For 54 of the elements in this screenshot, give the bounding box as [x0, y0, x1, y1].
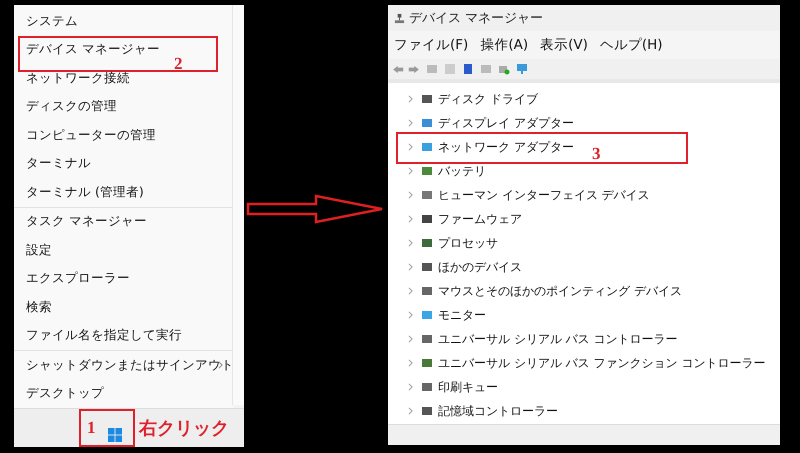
menu-item[interactable]: タスク マネージャー [14, 213, 147, 230]
back-forward-icon[interactable] [392, 64, 420, 74]
expand-chevron-icon[interactable] [408, 167, 413, 175]
menu-item[interactable]: 設定 [14, 242, 52, 259]
tree-item[interactable]: ネットワーク アダプター [438, 138, 574, 156]
expand-chevron-icon[interactable] [408, 191, 413, 199]
tree-item[interactable]: モニター [438, 306, 486, 324]
menu-item[interactable]: コンピューターの管理 [14, 126, 156, 144]
tree-item[interactable]: バッテリ [438, 162, 486, 180]
tree-item[interactable]: プロセッサ [438, 234, 498, 252]
step-number: 1 [87, 418, 96, 438]
menu-item[interactable]: ターミナル [14, 155, 91, 172]
menu-item[interactable]: ファイル名を指定して実行 [14, 327, 182, 344]
expand-chevron-icon[interactable] [408, 407, 413, 415]
computer-icon [394, 12, 405, 24]
tree-item[interactable]: ファームウェア [438, 210, 522, 228]
menu-bar-item[interactable]: 表示(V) [540, 36, 588, 54]
window-title: デバイス マネージャー [409, 10, 544, 27]
expand-chevron-icon[interactable] [408, 95, 413, 103]
step-number: 2 [174, 54, 182, 74]
menu-item[interactable]: デスクトップ [14, 385, 104, 402]
menu-item[interactable]: デバイス マネージャー [14, 41, 160, 58]
step-number: 3 [592, 144, 600, 164]
menu-item[interactable]: ディスクの管理 [14, 98, 117, 116]
expand-chevron-icon[interactable] [408, 119, 413, 127]
windows-start-icon[interactable] [108, 428, 122, 442]
menu-item[interactable]: ターミナル (管理者) [14, 184, 144, 201]
annotation-text: 右クリック [139, 417, 229, 440]
tree-item[interactable]: ほかのデバイス [438, 258, 522, 276]
expand-chevron-icon[interactable] [408, 335, 413, 343]
tree-item[interactable]: ユニバーサル シリアル バス ファンクション コントローラー [438, 354, 766, 372]
menu-item[interactable]: エクスプローラー [14, 270, 130, 288]
expand-chevron-icon[interactable] [408, 311, 413, 319]
menu-bar-item[interactable]: 操作(A) [480, 36, 528, 54]
expand-chevron-icon[interactable] [408, 383, 413, 391]
menu-bar-item[interactable]: ヘルプ(H) [600, 36, 663, 54]
expand-chevron-icon[interactable] [408, 287, 413, 295]
expand-chevron-icon[interactable] [408, 143, 413, 151]
menu-item[interactable]: ネットワーク接続 [14, 70, 130, 87]
menu-item[interactable]: システム [14, 12, 78, 30]
tree-item[interactable]: ディスプレイ アダプター [438, 114, 574, 132]
menu-bar-item[interactable]: ファイル(F) [394, 36, 468, 54]
tree-item[interactable]: ディスク ドライブ [438, 90, 538, 108]
tree-item[interactable]: 印刷キュー [438, 378, 498, 396]
tree-item[interactable]: ヒューマン インターフェイス デバイス [438, 186, 650, 204]
tree-item[interactable]: 記憶域コントローラー [438, 402, 558, 420]
menu-item[interactable]: シャットダウンまたはサインアウト [14, 356, 234, 374]
menu-item[interactable]: 検索 [14, 298, 52, 316]
expand-chevron-icon[interactable] [408, 215, 413, 223]
tree-item[interactable]: マウスとそのほかのポインティング デバイス [438, 282, 682, 300]
expand-chevron-icon[interactable] [408, 239, 413, 247]
tree-item[interactable]: ユニバーサル シリアル バス コントローラー [438, 330, 678, 348]
expand-chevron-icon[interactable] [408, 263, 413, 271]
expand-chevron-icon[interactable] [408, 359, 413, 367]
